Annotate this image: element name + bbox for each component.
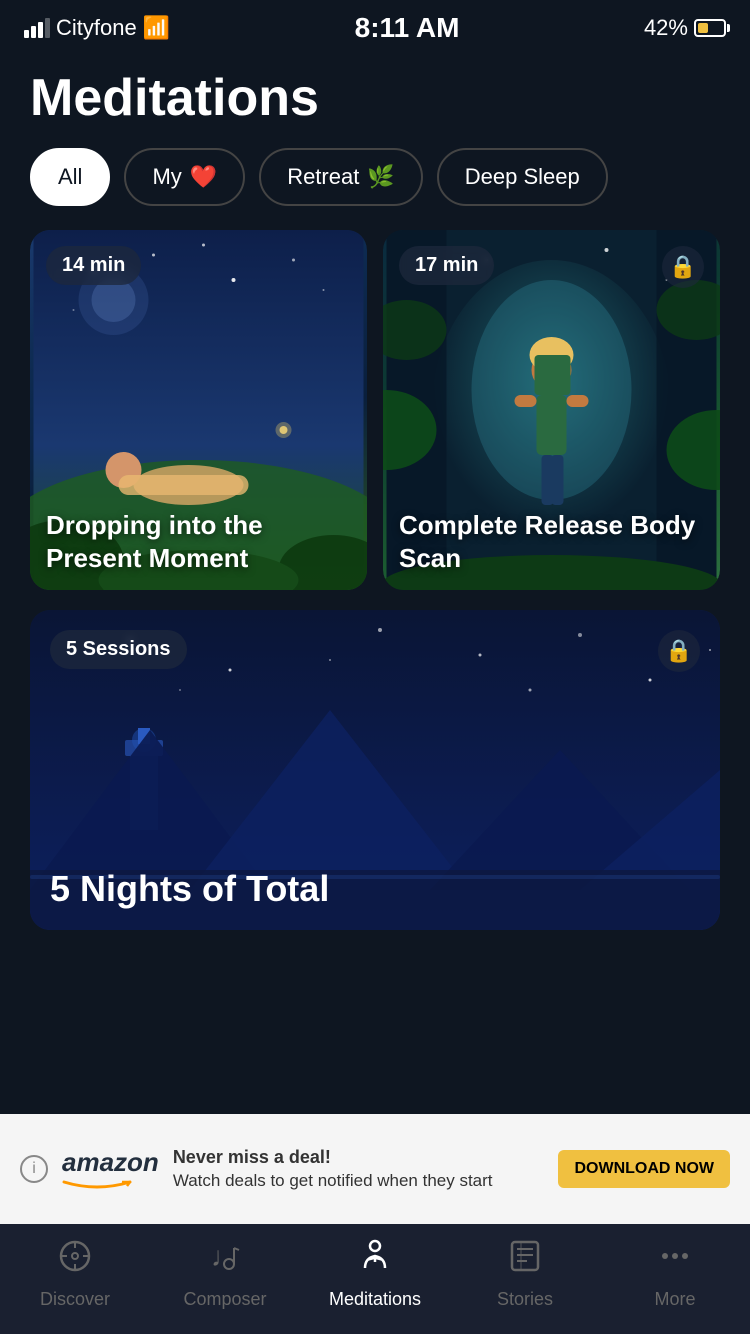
composer-icon: ♩ xyxy=(207,1238,243,1283)
status-right: 42% xyxy=(644,15,726,41)
nav-discover[interactable]: Discover xyxy=(0,1238,150,1310)
ad-body: Watch deals to get notified when they st… xyxy=(173,1171,493,1190)
card1-duration-badge: 14 min xyxy=(46,246,141,285)
ad-headline: Never miss a deal! xyxy=(173,1147,331,1167)
ad-brand-name: amazon xyxy=(62,1147,159,1178)
bottom-nav: Discover ♩ Composer Meditations xyxy=(0,1223,750,1334)
wide-card-content: 5 Sessions 🔒 5 Nights of Total xyxy=(30,610,720,930)
filter-row: All My ❤️ Retreat 🌿 Deep Sleep xyxy=(0,148,750,230)
card1-header: 14 min xyxy=(46,246,351,285)
card1-title: Dropping into the Present Moment xyxy=(46,509,351,574)
stories-icon xyxy=(507,1238,543,1283)
wide-card-sessions-badge: 5 Sessions xyxy=(50,630,187,669)
card-complete-release[interactable]: 17 min 🔒 Complete Release Body Scan xyxy=(383,230,720,590)
card-dropping-into-present[interactable]: 14 min Dropping into the Present Moment xyxy=(30,230,367,590)
card2-header: 17 min 🔒 xyxy=(399,246,704,288)
nav-meditations[interactable]: Meditations xyxy=(300,1238,450,1310)
card2-duration: 17 min xyxy=(415,254,478,277)
nav-stories[interactable]: Stories xyxy=(450,1238,600,1310)
ad-banner: i amazon Never miss a deal! Watch deals … xyxy=(0,1114,750,1224)
nav-more[interactable]: More xyxy=(600,1238,750,1310)
filter-tab-retreat-label: Retreat xyxy=(287,164,359,190)
discover-icon xyxy=(57,1238,93,1283)
filter-tab-my[interactable]: My ❤️ xyxy=(124,148,245,206)
ad-cta-button[interactable]: DOWNLOAD NOW xyxy=(558,1150,730,1188)
ad-logo: amazon xyxy=(62,1147,159,1192)
nav-composer-label: Composer xyxy=(183,1289,266,1310)
filter-tab-deepsleep-label: Deep Sleep xyxy=(465,164,580,190)
meditations-icon xyxy=(357,1238,393,1283)
status-time: 8:11 AM xyxy=(355,12,460,44)
wide-card-header: 5 Sessions 🔒 xyxy=(50,630,700,672)
battery-percentage: 42% xyxy=(644,15,688,41)
battery-icon xyxy=(694,19,726,37)
page-title: Meditations xyxy=(0,52,750,148)
nav-stories-label: Stories xyxy=(497,1289,553,1310)
card2-duration-badge: 17 min xyxy=(399,246,494,285)
heart-icon: ❤️ xyxy=(190,164,217,190)
nav-more-label: More xyxy=(654,1289,695,1310)
more-icon xyxy=(657,1238,693,1283)
nav-composer[interactable]: ♩ Composer xyxy=(150,1238,300,1310)
nav-discover-label: Discover xyxy=(40,1289,110,1310)
filter-tab-deepsleep[interactable]: Deep Sleep xyxy=(437,148,608,206)
card1-duration: 14 min xyxy=(62,254,125,277)
filter-tab-all-label: All xyxy=(58,164,82,190)
ad-info-icon: i xyxy=(20,1155,48,1183)
battery-fill xyxy=(698,23,708,33)
wide-card-sessions: 5 Sessions xyxy=(66,638,171,661)
card2-title: Complete Release Body Scan xyxy=(399,509,704,574)
filter-tab-retreat[interactable]: Retreat 🌿 xyxy=(259,148,423,206)
status-bar: Cityfone 📶 8:11 AM 42% xyxy=(0,0,750,52)
card1-content: 14 min Dropping into the Present Moment xyxy=(30,230,367,590)
filter-tab-my-label: My xyxy=(152,164,181,190)
card2-content: 17 min 🔒 Complete Release Body Scan xyxy=(383,230,720,590)
carrier-name: Cityfone xyxy=(56,15,137,41)
leaf-icon: 🌿 xyxy=(367,164,394,190)
status-left: Cityfone 📶 xyxy=(24,15,170,41)
amazon-smile xyxy=(62,1178,132,1192)
wide-card-title: 5 Nights of Total xyxy=(50,867,700,910)
cards-grid: 14 min Dropping into the Present Moment xyxy=(0,230,750,610)
signal-icon xyxy=(24,18,50,38)
card2-lock-icon: 🔒 xyxy=(662,246,704,288)
ad-text: Never miss a deal! Watch deals to get no… xyxy=(173,1146,545,1191)
wide-card-lock-icon: 🔒 xyxy=(658,630,700,672)
wide-card-5nights[interactable]: 5 Sessions 🔒 5 Nights of Total xyxy=(30,610,720,930)
wifi-icon: 📶 xyxy=(143,15,170,41)
nav-meditations-label: Meditations xyxy=(329,1289,421,1310)
filter-tab-all[interactable]: All xyxy=(30,148,110,206)
